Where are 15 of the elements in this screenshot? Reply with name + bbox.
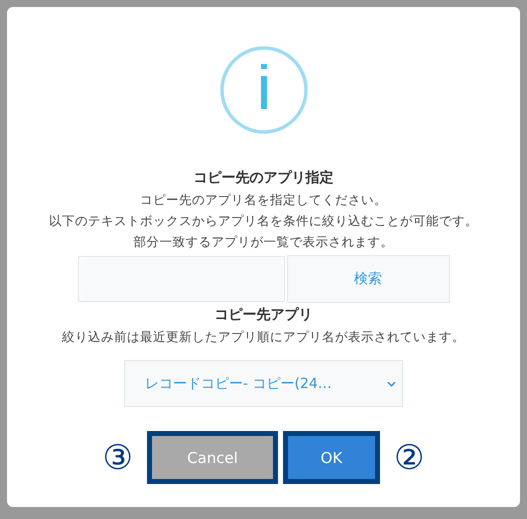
- ok-button[interactable]: OK: [283, 431, 380, 484]
- search-button[interactable]: 検索: [286, 255, 450, 303]
- section-title: コピー先アプリ: [214, 306, 312, 325]
- info-icon: [220, 46, 308, 134]
- callout-number: ②: [394, 438, 424, 478]
- search-field[interactable]: [78, 256, 284, 302]
- dialog-title: コピー先のアプリ指定: [194, 168, 334, 188]
- description-text: 部分一致するアプリが一覧で表示されます。: [134, 233, 394, 251]
- note-text: 絞り込み前は最近更新したアプリ順にアプリ名が表示されています。: [62, 328, 465, 346]
- app-dropdown[interactable]: レコードコピー- コピー(24…: [124, 360, 403, 407]
- description-text: コピー先のアプリ名を指定してください。: [140, 191, 387, 209]
- callout-number: ③: [102, 438, 133, 478]
- cancel-button[interactable]: Cancel: [147, 431, 278, 484]
- description-text: 以下のテキストボックスからアプリ名を条件に絞り込むことが可能です。: [49, 212, 478, 230]
- chevron-down-icon: [387, 380, 396, 386]
